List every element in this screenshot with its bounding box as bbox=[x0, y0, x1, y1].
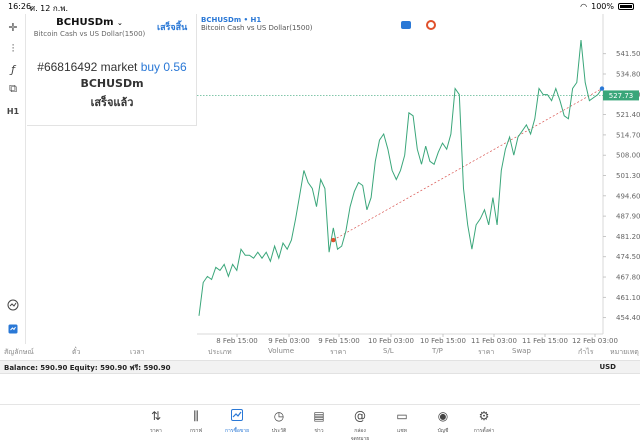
nav-chart[interactable]: ⫼ กราฟ bbox=[182, 409, 210, 435]
y-tick-label: 481.20 bbox=[616, 233, 640, 241]
chart-plot[interactable]: 541.50534.80528.10521.40514.70508.00501.… bbox=[197, 14, 640, 344]
column-header[interactable]: T/P bbox=[432, 347, 443, 355]
nav-mailbox-label: กล่องจดหมาย bbox=[350, 428, 370, 442]
order-status: เสร็จแล้ว bbox=[90, 96, 134, 109]
x-tick-label: 11 Feb 15:00 bbox=[522, 337, 568, 344]
balance-bar: Balance: 590.90 Equity: 590.90 ฟรี: 590.… bbox=[0, 360, 640, 374]
column-header[interactable]: หมายเหตุ bbox=[610, 347, 639, 358]
order-symbol-label: BCHUSDm bbox=[56, 17, 114, 28]
nav-trade[interactable]: การซื้อขาย bbox=[223, 409, 251, 435]
y-tick-label: 467.80 bbox=[616, 274, 640, 282]
y-tick-label: 521.40 bbox=[616, 111, 640, 119]
nav-chat[interactable]: ▭ แชท bbox=[388, 409, 416, 435]
nav-mailbox[interactable]: @ กล่องจดหมาย bbox=[346, 409, 374, 443]
bottom-navigation: ⇅ ราคา ⫼ กราฟ การซื้อขาย ◷ ประวัติ ▤ ข่า… bbox=[0, 404, 640, 447]
quotes-icon: ⇅ bbox=[150, 409, 162, 423]
indicators-icon[interactable]: ⫶ bbox=[4, 40, 22, 58]
crosshair-icon[interactable]: ✛ bbox=[4, 18, 22, 36]
column-header[interactable]: ราคา bbox=[330, 347, 346, 358]
order-symbol: BCHUSDm bbox=[80, 77, 144, 90]
current-price-label: 527.73 bbox=[609, 92, 634, 100]
nav-history-label: ประวัติ bbox=[271, 428, 287, 434]
column-header[interactable]: สัญลักษณ์ bbox=[4, 347, 34, 358]
trade-current-marker bbox=[599, 86, 605, 91]
column-header[interactable]: ราคา bbox=[478, 347, 494, 358]
history-icon: ◷ bbox=[273, 409, 285, 423]
column-header[interactable]: ประเภท bbox=[208, 347, 232, 358]
x-tick-label: 9 Feb 03:00 bbox=[268, 337, 309, 344]
y-tick-label: 541.50 bbox=[616, 50, 640, 58]
x-tick-label: 12 Feb 03:00 bbox=[572, 337, 618, 344]
order-side: buy 0.56 bbox=[140, 60, 187, 74]
y-tick-label: 487.90 bbox=[616, 213, 640, 221]
nav-quotes[interactable]: ⇅ ราคา bbox=[142, 409, 170, 435]
y-tick-label: 508.00 bbox=[616, 152, 640, 160]
order-text: #66816492 market bbox=[37, 60, 138, 74]
timeframe-button[interactable]: H1 bbox=[4, 102, 22, 120]
column-header[interactable]: ตั๋ว bbox=[72, 347, 80, 358]
x-tick-label: 9 Feb 15:00 bbox=[318, 337, 359, 344]
chevron-down-icon: ⌄ bbox=[116, 19, 123, 27]
column-header[interactable]: เวลา bbox=[130, 347, 145, 358]
price-chart[interactable]: BCHUSDm • H1 Bitcoin Cash vs US Dollar(1… bbox=[197, 14, 640, 344]
done-button[interactable]: เสร็จสิ้น bbox=[157, 20, 187, 34]
column-header[interactable]: Swap bbox=[512, 347, 531, 355]
x-tick-label: 11 Feb 03:00 bbox=[471, 337, 517, 344]
column-header[interactable]: Volume bbox=[268, 347, 294, 355]
nav-quotes-label: ราคา bbox=[150, 428, 162, 434]
one-click-trading-icon[interactable] bbox=[4, 296, 22, 314]
nav-chart-label: กราฟ bbox=[189, 428, 203, 434]
x-tick-label: 10 Feb 15:00 bbox=[420, 337, 466, 344]
wifi-icon: ◠ bbox=[580, 2, 588, 11]
nav-news[interactable]: ▤ ข่าว bbox=[305, 409, 333, 435]
nav-accounts[interactable]: ◉ บัญชี bbox=[429, 409, 457, 435]
trade-icon bbox=[223, 409, 251, 424]
order-symbol-description: Bitcoin Cash vs US Dollar(1500) bbox=[33, 30, 146, 38]
balance-currency: USD bbox=[599, 363, 616, 371]
price-series-line bbox=[198, 40, 603, 316]
y-tick-label: 461.10 bbox=[616, 294, 640, 302]
nav-settings-label: การตั้งค่า bbox=[473, 428, 495, 434]
left-toolbar: ✛ ⫶ ƒ ⧉ H1 bbox=[0, 14, 26, 344]
accounts-icon: ◉ bbox=[437, 409, 449, 423]
settings-icon: ⚙ bbox=[478, 409, 490, 423]
function-icon[interactable]: ƒ bbox=[4, 60, 22, 78]
nav-history[interactable]: ◷ ประวัติ bbox=[265, 409, 293, 435]
news-icon: ▤ bbox=[313, 409, 325, 423]
positions-table-header: สัญลักษณ์ ตั๋ว เวลา ประเภท Volume ราคา S/L T/P ร… bbox=[0, 344, 640, 358]
battery-label: 100% bbox=[591, 2, 614, 11]
battery-icon bbox=[618, 3, 634, 10]
chat-icon: ▭ bbox=[396, 409, 408, 423]
chart-icon: ⫼ bbox=[193, 409, 199, 423]
column-header[interactable]: S/L bbox=[383, 347, 394, 355]
objects-icon[interactable]: ⧉ bbox=[4, 80, 22, 98]
trade-entry-marker bbox=[331, 237, 336, 243]
status-bar: 16:26 ศ. 12 ก.พ. ◠ 100% bbox=[0, 0, 640, 14]
nav-accounts-label: บัญชี bbox=[437, 428, 449, 434]
status-time: 16:26 bbox=[8, 2, 32, 11]
x-tick-label: 8 Feb 15:00 bbox=[216, 337, 257, 344]
status-right: ◠ 100% bbox=[580, 2, 634, 11]
trade-connection-line bbox=[333, 88, 603, 241]
nav-chat-label: แชท bbox=[397, 428, 407, 434]
nav-settings[interactable]: ⚙ การตั้งค่า bbox=[470, 409, 498, 435]
nav-trade-label: การซื้อขาย bbox=[224, 428, 250, 434]
trade-panel-icon[interactable] bbox=[4, 320, 22, 338]
balance-text: Balance: 590.90 Equity: 590.90 ฟรี: 590.… bbox=[4, 364, 171, 372]
order-summary: #66816492 market buy 0.56 bbox=[27, 60, 197, 74]
y-tick-label: 474.50 bbox=[616, 253, 640, 261]
nav-news-label: ข่าว bbox=[314, 428, 324, 434]
y-tick-label: 501.30 bbox=[616, 172, 640, 180]
column-header[interactable]: กำไร bbox=[578, 347, 593, 358]
y-tick-label: 494.60 bbox=[616, 192, 640, 200]
order-symbol-selector[interactable]: BCHUSDm ⌄ bbox=[27, 17, 152, 28]
y-tick-label: 534.80 bbox=[616, 71, 640, 79]
mailbox-icon: @ bbox=[354, 409, 366, 423]
y-tick-label: 454.40 bbox=[616, 314, 640, 322]
x-tick-label: 10 Feb 03:00 bbox=[368, 337, 414, 344]
order-result-panel: BCHUSDm ⌄ Bitcoin Cash vs US Dollar(1500… bbox=[27, 14, 197, 126]
y-tick-label: 514.70 bbox=[616, 131, 640, 139]
